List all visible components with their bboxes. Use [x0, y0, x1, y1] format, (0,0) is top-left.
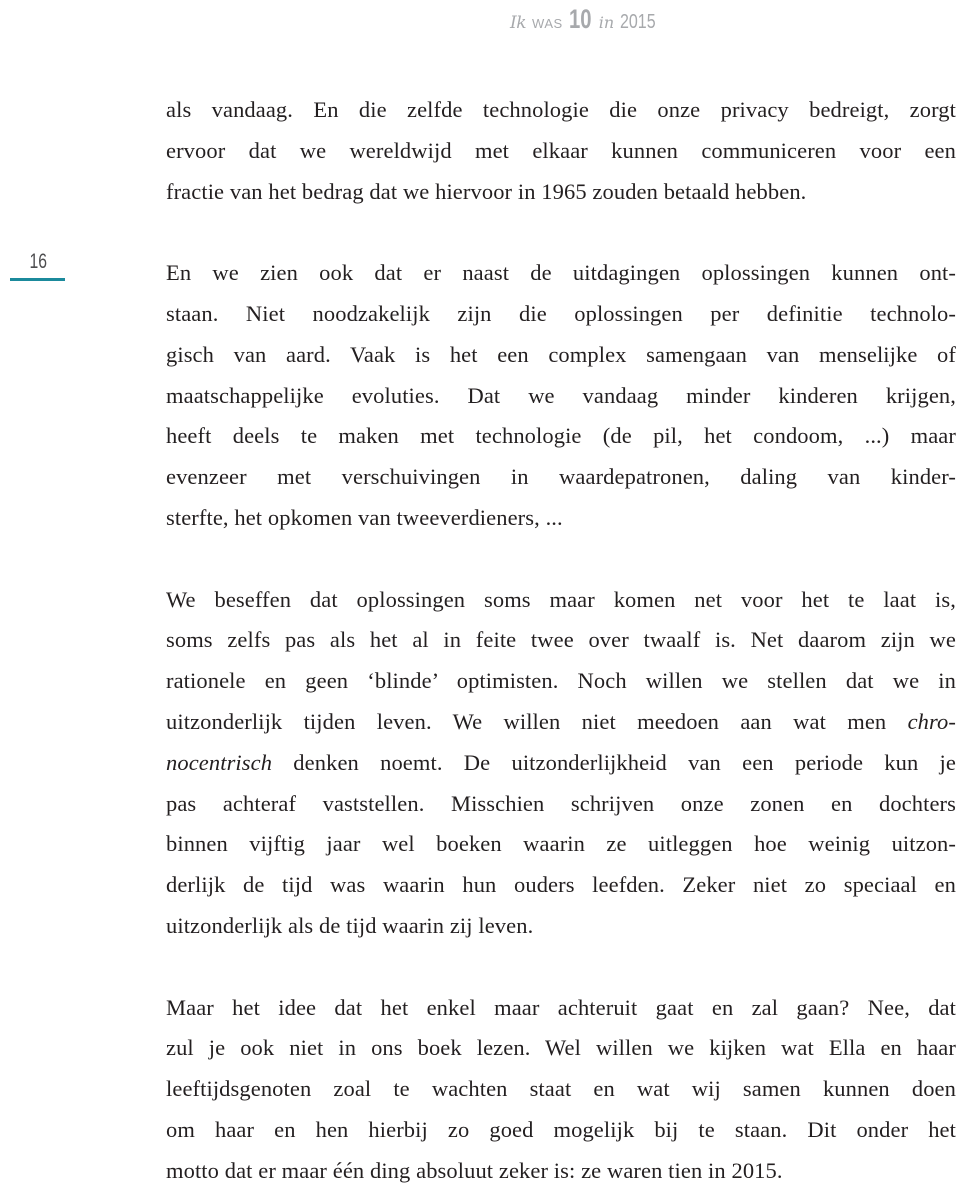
text-line: nocentrisch denken noemt. De uitzonderli… [166, 743, 956, 784]
text-line: maatschappelijke evoluties. Dat we vanda… [166, 382, 956, 408]
text-line: gisch van aard. Vaak is het een complex … [166, 341, 956, 367]
text-line: heeft deels te maken met technologie (de… [166, 423, 956, 449]
paragraph-1: als vandaag. En die zelfde technologie d… [166, 90, 956, 212]
text-line: Maar het idee dat het enkel maar achteru… [166, 994, 956, 1020]
header-year: 2015 [620, 11, 656, 33]
paragraph-2: En we zien ook dat er naast de uitdaging… [166, 253, 956, 539]
header-word-was: WAS [532, 16, 563, 31]
running-header: Ik WAS 10 in 2015 [510, 4, 665, 34]
text-line: zul je ook niet in ons boek lezen. Wel w… [166, 1035, 956, 1061]
text-line: staan. Niet noodzakelijk zijn die oploss… [166, 300, 956, 326]
paragraph-3: We beseffen dat oplossingen soms maar ko… [166, 580, 956, 947]
text-segment: uitzonderlijk tijden leven. We willen ni… [166, 708, 908, 734]
text-line: rationele en geen ‘blinde’ optimisten. N… [166, 668, 956, 694]
text-line: om haar en hen hierbij zo goed mogelijk … [166, 1116, 956, 1142]
header-number: 10 [568, 4, 592, 34]
italic-term: chro- [907, 708, 956, 734]
text-line: uitzonderlijk als de tijd waarin zij lev… [166, 912, 534, 938]
text-line: soms zelfs pas als het al in feite twee … [166, 627, 956, 653]
text-line: We beseffen dat oplossingen soms maar ko… [166, 586, 956, 612]
text-line: als vandaag. En die zelfde technologie d… [166, 97, 956, 122]
text-line: binnen vijftig jaar wel boeken waarin ze… [166, 831, 956, 857]
body-text: als vandaag. En die zelfde technologie d… [166, 90, 956, 1192]
text-line: En we zien ook dat er naast de uitdaging… [166, 260, 956, 286]
text-line: fractie van het bedrag dat we hiervoor i… [166, 178, 807, 204]
text-segment: denken noemt. De uitzonderlijkheid van e… [272, 749, 956, 775]
page-number-underline [10, 278, 65, 281]
page-number-block: 16 [10, 250, 65, 281]
page-number: 16 [29, 250, 48, 273]
text-line: derlijk de tijd was waarin hun ouders le… [166, 872, 956, 898]
header-word-in: in [598, 13, 615, 32]
italic-term: nocentrisch [166, 749, 273, 775]
text-line: ervoor dat we wereldwijd met elkaar kunn… [166, 137, 956, 163]
text-line: leeftijdsgenoten zoal te wachten staat e… [166, 1076, 956, 1102]
text-line: uitzonderlijk tijden leven. We willen ni… [166, 702, 956, 743]
text-line: sterfte, het opkomen van tweeverdieners,… [166, 504, 563, 530]
text-line: pas achteraf vaststellen. Misschien schr… [166, 790, 956, 816]
paragraph-4: Maar het idee dat het enkel maar achteru… [166, 988, 956, 1192]
text-line: motto dat er maar één ding absoluut zeke… [166, 1157, 783, 1183]
header-word-ik: Ik [510, 13, 527, 33]
text-line: evenzeer met verschuivingen in waardepat… [166, 464, 956, 490]
